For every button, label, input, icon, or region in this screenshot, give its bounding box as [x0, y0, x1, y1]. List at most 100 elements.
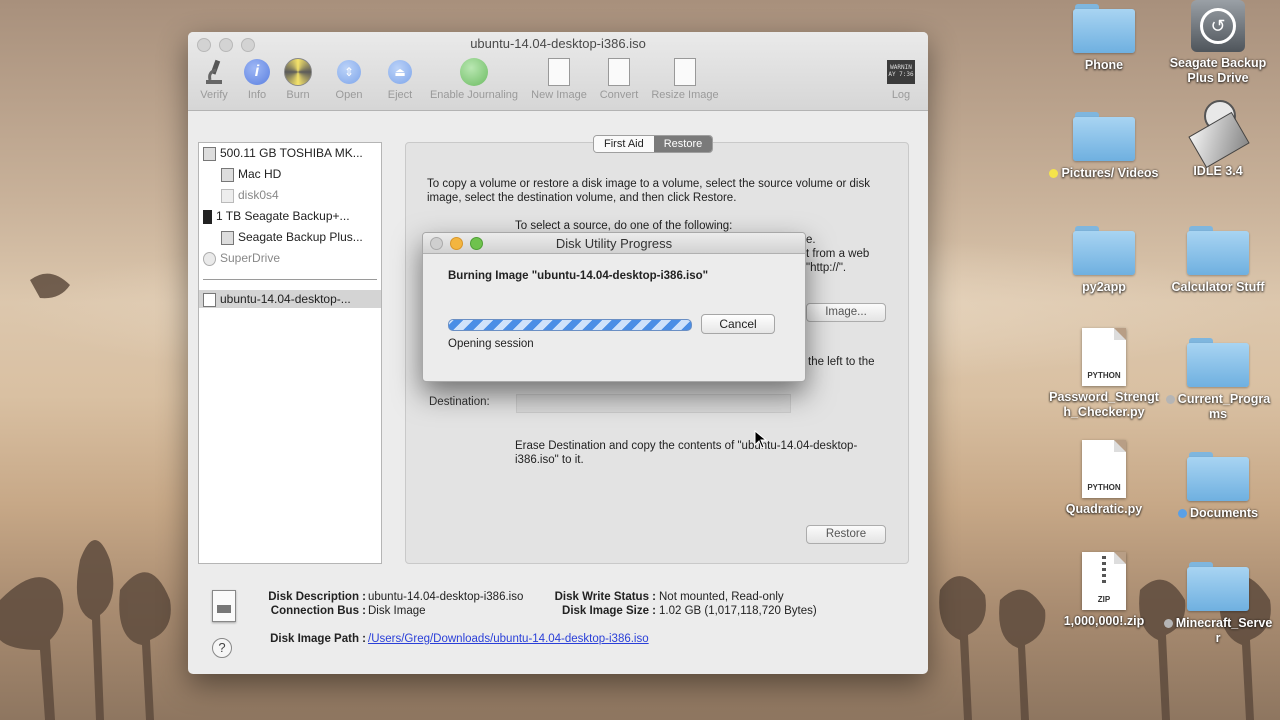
- enable-journaling-button[interactable]: Enable Journaling: [424, 58, 524, 101]
- folder-icon: [1187, 226, 1249, 276]
- info-icon: i: [243, 58, 271, 86]
- sidebar-item-disk0s4[interactable]: disk0s4: [221, 186, 279, 204]
- toolbar: Verify i Info Burn ⇕ Open ⏏ Eject Enable…: [188, 58, 928, 106]
- desktop-icon-py2app[interactable]: py2app: [1049, 226, 1159, 295]
- window-title: ubuntu-14.04-desktop-i386.iso: [470, 36, 646, 51]
- dialog-status-text: Opening session: [448, 338, 534, 350]
- eject-button[interactable]: ⏏ Eject: [385, 58, 415, 101]
- select-source-text: To select a source, do one of the follow…: [515, 220, 733, 232]
- eject-icon: ⏏: [386, 58, 414, 86]
- instruction-fragment-3: "http://".: [806, 262, 847, 274]
- disk-image-path-label: Disk Image Path :: [270, 633, 366, 645]
- log-button[interactable]: WARNIN AY 7:36 Log: [884, 58, 918, 101]
- log-console-icon: WARNIN AY 7:36: [887, 58, 915, 86]
- time-machine-drive-icon: ↺: [1191, 0, 1245, 52]
- disk-image-path-link[interactable]: /Users/Greg/Downloads/ubuntu-14.04-deskt…: [368, 633, 649, 645]
- desktop-icon-pictures-videos[interactable]: Pictures/ Videos: [1049, 112, 1159, 181]
- mouse-cursor: [754, 430, 768, 449]
- connection-bus-label: Connection Bus :: [270, 605, 366, 617]
- sidebar-separator: [203, 279, 377, 280]
- destination-field[interactable]: [516, 394, 791, 413]
- dialog-title: Disk Utility Progress: [555, 236, 673, 251]
- desktop-icon-minecraft-server[interactable]: Minecraft_Server: [1163, 562, 1273, 646]
- gray-tag-dot: [1163, 619, 1173, 629]
- new-image-button[interactable]: New Image: [528, 58, 590, 101]
- idle-app-icon: [1188, 100, 1250, 169]
- blue-tag-dot: [1177, 509, 1187, 519]
- disk-write-status-label: Disk Write Status :: [554, 591, 656, 603]
- image-button[interactable]: Image...: [806, 303, 886, 322]
- convert-icon: [605, 58, 633, 86]
- volume-icon: [221, 188, 234, 203]
- desktop-icon-idle[interactable]: IDLE 3.4: [1163, 100, 1273, 179]
- burn-button[interactable]: Burn: [283, 58, 313, 101]
- disk-description-label: Disk Description :: [268, 591, 366, 603]
- zip-file-icon: ZIP: [1082, 552, 1126, 610]
- help-button[interactable]: ?: [212, 638, 232, 658]
- window-titlebar: ubuntu-14.04-desktop-i386.iso Verify i I…: [188, 32, 928, 111]
- sidebar-item-mac-hd[interactable]: Mac HD: [221, 165, 281, 183]
- folder-icon: [1073, 4, 1135, 54]
- tab-first-aid[interactable]: First Aid: [594, 136, 654, 152]
- restore-button[interactable]: Restore: [806, 525, 886, 544]
- sidebar-item-ubuntu-image[interactable]: ubuntu-14.04-desktop-...: [199, 290, 381, 308]
- desktop-icon-quadratic[interactable]: PYTHON Quadratic.py: [1049, 440, 1159, 517]
- connection-bus-value: Disk Image: [368, 605, 426, 617]
- sidebar-item-seagate-volume[interactable]: Seagate Backup Plus...: [221, 228, 363, 246]
- disk-image-size-label: Disk Image Size :: [562, 605, 656, 617]
- disk-image-size-value: 1.02 GB (1,017,118,720 Bytes): [659, 605, 817, 617]
- volume-icon: [221, 167, 234, 182]
- erase-destination-text: Erase Destination and copy the contents …: [515, 440, 858, 466]
- instruction-fragment-4: the left to the: [808, 356, 875, 368]
- device-sidebar: 500.11 GB TOSHIBA MK... Mac HD disk0s4 1…: [198, 142, 382, 564]
- microscope-icon: [200, 58, 228, 86]
- python-file-icon: PYTHON: [1082, 328, 1126, 386]
- new-image-icon: [545, 58, 573, 86]
- desktop-icon-current-programs[interactable]: Current_Programs: [1163, 338, 1273, 422]
- folder-icon: [1073, 112, 1135, 162]
- tab-bar: First Aid Restore: [593, 135, 714, 153]
- dialog-heading: Burning Image "ubuntu-14.04-desktop-i386…: [448, 270, 709, 282]
- instruction-fragment-2: t from a web: [806, 248, 870, 260]
- convert-button[interactable]: Convert: [596, 58, 642, 101]
- dialog-titlebar: Disk Utility Progress: [423, 233, 805, 254]
- resize-image-icon: [671, 58, 699, 86]
- hard-disk-icon: [203, 146, 216, 161]
- disk-image-file-icon: [212, 590, 236, 622]
- python-file-icon: PYTHON: [1082, 440, 1126, 498]
- desktop-icon-calculator-stuff[interactable]: Calculator Stuff: [1163, 226, 1273, 295]
- resize-image-button[interactable]: Resize Image: [648, 58, 722, 101]
- desktop-icon-phone[interactable]: Phone: [1049, 4, 1159, 73]
- folder-icon: [1187, 338, 1249, 388]
- sidebar-item-toshiba-disk[interactable]: 500.11 GB TOSHIBA MK...: [203, 144, 363, 162]
- sidebar-item-superdrive[interactable]: SuperDrive: [203, 249, 280, 267]
- disk-description-value: ubuntu-14.04-desktop-i386.iso: [368, 591, 524, 603]
- sidebar-item-seagate-disk[interactable]: 1 TB Seagate Backup+...: [203, 207, 350, 225]
- disk-utility-progress-dialog: Disk Utility Progress Burning Image "ubu…: [422, 232, 806, 382]
- folder-icon: [1187, 452, 1249, 502]
- desktop-icon-password-checker[interactable]: PYTHON Password_Strength_Checker.py: [1049, 328, 1159, 420]
- desktop-icon-documents[interactable]: Documents: [1163, 452, 1273, 521]
- progress-bar: [448, 319, 692, 331]
- folder-icon: [1073, 226, 1135, 276]
- open-icon: ⇕: [335, 58, 363, 86]
- tab-restore[interactable]: Restore: [653, 136, 713, 152]
- disk-write-status-value: Not mounted, Read-only: [659, 591, 784, 603]
- yellow-tag-dot: [1049, 169, 1059, 179]
- desktop-icon-zip[interactable]: ZIP 1,000,000!.zip: [1049, 552, 1159, 629]
- open-button[interactable]: ⇕ Open: [334, 58, 364, 101]
- external-disk-icon: [203, 209, 212, 224]
- disk-image-icon: [203, 292, 216, 307]
- restore-intro-text: To copy a volume or restore a disk image…: [427, 178, 870, 204]
- journaling-icon: [460, 58, 488, 86]
- destination-label: Destination:: [429, 396, 490, 408]
- gray-tag-dot: [1165, 395, 1175, 405]
- cancel-button[interactable]: Cancel: [701, 314, 775, 334]
- burn-disc-icon: [284, 58, 312, 86]
- verify-button[interactable]: Verify: [198, 58, 230, 101]
- folder-icon: [1187, 562, 1249, 612]
- info-button[interactable]: i Info: [242, 58, 272, 101]
- volume-icon: [221, 230, 234, 245]
- desktop-icon-seagate-drive[interactable]: ↺ Seagate Backup Plus Drive: [1163, 0, 1273, 86]
- optical-drive-icon: [203, 251, 216, 266]
